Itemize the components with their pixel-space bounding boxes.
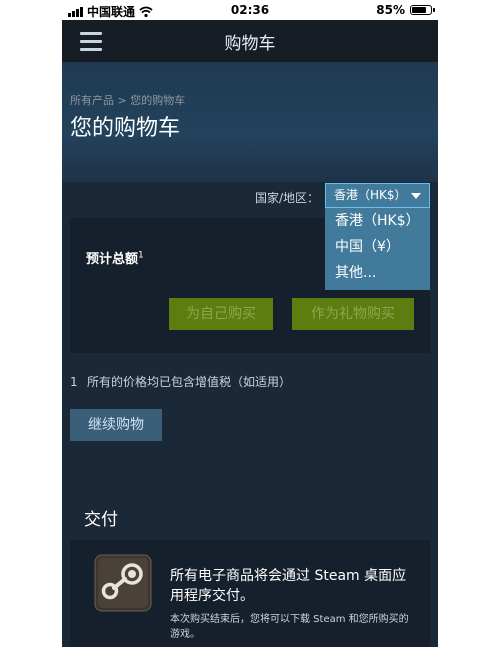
app-header: 购物车 — [62, 20, 438, 62]
page-title: 您的购物车 — [70, 116, 181, 141]
country-option-hk[interactable]: 香港（HK$） — [325, 208, 430, 234]
title-area: 所有产品 > 您的购物车 您的购物车 — [62, 62, 438, 182]
hamburger-menu-icon[interactable] — [80, 32, 102, 51]
buy-for-self-button[interactable]: 为自己购买 — [169, 298, 273, 330]
country-option-other[interactable]: 其他... — [325, 260, 430, 286]
breadcrumb-separator: > — [114, 94, 131, 107]
delivery-sub-text: 本次购买结束后，您将可以下载 Steam 和您所购买的游戏。 — [170, 614, 409, 640]
status-bar: 中国联通 02:36 85% — [62, 0, 438, 20]
estimated-total-label: 预计总额1 — [86, 248, 144, 267]
estimated-total-text: 预计总额 — [86, 252, 139, 267]
footnote-marker: 1 — [138, 250, 144, 261]
delivery-main-text: 所有电子商品将会通过 Steam 桌面应用程序交付。 — [170, 568, 407, 604]
country-selected-value: 香港（HK$） — [334, 188, 407, 202]
caret-down-icon — [411, 193, 421, 199]
continue-shopping-button[interactable]: 继续购物 — [70, 409, 162, 441]
battery-percent: 85% — [376, 3, 405, 17]
breadcrumb-all-products[interactable]: 所有产品 — [70, 94, 114, 107]
vat-footnote: 1 所有的价格均已包含增值税（如适用） — [70, 373, 291, 390]
breadcrumb-current[interactable]: 您的购物车 — [130, 94, 185, 107]
country-option-cn[interactable]: 中国（¥） — [325, 234, 430, 260]
breadcrumb: 所有产品 > 您的购物车 — [70, 92, 185, 108]
delivery-heading: 交付 — [84, 510, 118, 530]
country-dropdown: 香港（HK$） 中国（¥） 其他... — [325, 208, 430, 290]
header-title: 购物车 — [224, 33, 276, 54]
footnote-text: 所有的价格均已包含增值税（如适用） — [87, 375, 292, 389]
phone-screen: 中国联通 02:36 85% 购物车 所有产品 > 您的购物车 您的购物车 国家… — [62, 0, 438, 647]
status-right: 85% — [376, 3, 435, 17]
steam-logo-icon — [94, 554, 152, 612]
footnote-number: 1 — [70, 375, 78, 389]
battery-icon — [410, 5, 435, 15]
country-select[interactable]: 香港（HK$） — [325, 183, 430, 208]
delivery-panel: 所有电子商品将会通过 Steam 桌面应用程序交付。 本次购买结束后，您将可以下… — [70, 540, 430, 647]
buy-as-gift-button[interactable]: 作为礼物购买 — [292, 298, 414, 330]
country-label: 国家/地区： — [255, 191, 320, 205]
